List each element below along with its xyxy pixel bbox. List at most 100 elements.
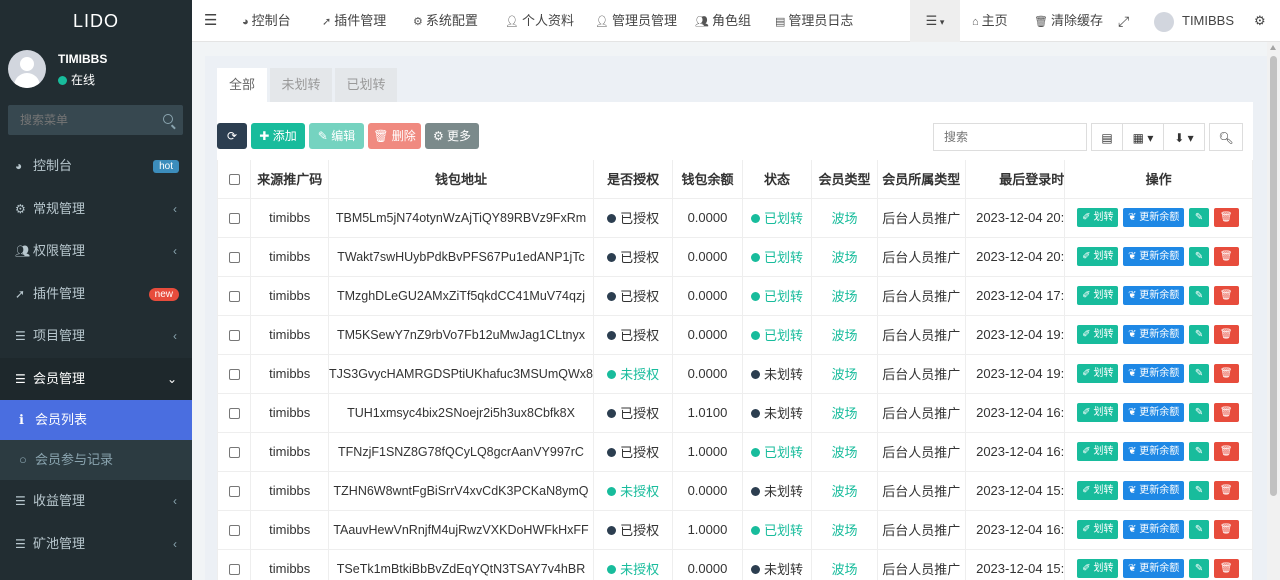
sidebar-item-permission[interactable]: 👥︎权限管理 ‹	[0, 230, 192, 273]
update-balance-button[interactable]: ❦ 更新余额	[1123, 208, 1184, 227]
transfer-button[interactable]: ✐ 划转	[1077, 325, 1118, 344]
table-row[interactable]: timibbsTZHN6W8wntFgBiSrrV4xvCdK3PCKaN8ym…	[218, 471, 1253, 510]
cell-type[interactable]: 波场	[812, 198, 878, 237]
col-header-wallet[interactable]: 钱包地址	[329, 160, 594, 198]
sidebar-item-member-list[interactable]: ℹ会员列表	[0, 400, 192, 440]
update-balance-button[interactable]: ❦ 更新余额	[1123, 364, 1184, 383]
row-edit-button[interactable]: ✎	[1189, 364, 1209, 383]
brand-logo[interactable]: LIDO	[0, 0, 192, 42]
update-balance-button[interactable]: ❦ 更新余额	[1123, 403, 1184, 422]
table-row[interactable]: timibbsTM5KSewY7nZ9rbVo7Fb12uMwJag1CLtny…	[218, 315, 1253, 354]
page-scrollbar[interactable]	[1267, 42, 1280, 580]
nav-dashboard[interactable]: ◕控制台	[242, 0, 291, 42]
table-row[interactable]: timibbsTSeTk1mBtkiBbBvZdEqYQtN3TSAY7v4hB…	[218, 549, 1253, 580]
row-checkbox[interactable]	[218, 276, 251, 315]
row-delete-button[interactable]: 🗑︎	[1214, 481, 1239, 500]
table-row[interactable]: timibbsTWakt7swHUybPdkBvPFS67Pu1edANP1jT…	[218, 237, 1253, 276]
transfer-button[interactable]: ✐ 划转	[1077, 403, 1118, 422]
sidebar-item-projects[interactable]: ☰项目管理 ‹	[0, 315, 192, 358]
col-header-balance[interactable]: 钱包余额	[673, 160, 743, 198]
update-balance-button[interactable]: ❦ 更新余额	[1123, 325, 1184, 344]
nav-user-menu[interactable]: TIMIBBS	[1154, 0, 1234, 42]
nav-admin-log[interactable]: ▤管理员日志	[775, 0, 853, 42]
row-delete-button[interactable]: 🗑︎	[1214, 403, 1239, 422]
transfer-button[interactable]: ✐ 划转	[1077, 481, 1118, 500]
table-row[interactable]: timibbsTBM5Lm5jN74otynWzAjTiQY89RBVz9FxR…	[218, 198, 1253, 237]
transfer-button[interactable]: ✐ 划转	[1077, 208, 1118, 227]
col-header-belong[interactable]: 会员所属类型	[877, 160, 965, 198]
transfer-button[interactable]: ✐ 划转	[1077, 364, 1118, 383]
row-delete-button[interactable]: 🗑︎	[1214, 208, 1239, 227]
cell-type[interactable]: 波场	[812, 510, 878, 549]
cell-type[interactable]: 波场	[812, 237, 878, 276]
transfer-button[interactable]: ✐ 划转	[1077, 442, 1118, 461]
update-balance-button[interactable]: ❦ 更新余额	[1123, 520, 1184, 539]
row-checkbox[interactable]	[218, 354, 251, 393]
export-dropdown-icon[interactable]: ⬇ ▾	[1163, 123, 1205, 151]
col-header-auth[interactable]: 是否授权	[593, 160, 672, 198]
update-balance-button[interactable]: ❦ 更新余额	[1123, 481, 1184, 500]
row-delete-button[interactable]: 🗑︎	[1214, 364, 1239, 383]
update-balance-button[interactable]: ❦ 更新余额	[1123, 286, 1184, 305]
row-edit-button[interactable]: ✎	[1189, 559, 1209, 578]
edit-button[interactable]: ✎ 编辑	[309, 123, 364, 149]
row-delete-button[interactable]: 🗑︎	[1214, 325, 1239, 344]
row-delete-button[interactable]: 🗑︎	[1214, 559, 1239, 578]
fullscreen-icon[interactable]: ⤢	[1118, 0, 1129, 42]
row-checkbox[interactable]	[218, 549, 251, 580]
delete-button[interactable]: 🗑︎ 删除	[368, 123, 421, 149]
transfer-button[interactable]: ✐ 划转	[1077, 559, 1118, 578]
row-edit-button[interactable]: ✎	[1189, 403, 1209, 422]
cell-type[interactable]: 波场	[812, 393, 878, 432]
col-header-type[interactable]: 会员类型	[812, 160, 878, 198]
table-row[interactable]: timibbsTAauvHewVnRnjfM4ujRwzVXKDoHWFkHxF…	[218, 510, 1253, 549]
search-icon[interactable]: 🔍︎	[1209, 123, 1243, 151]
transfer-button[interactable]: ✐ 划转	[1077, 520, 1118, 539]
more-button[interactable]: ⚙ 更多	[425, 123, 479, 149]
row-edit-button[interactable]: ✎	[1189, 247, 1209, 266]
nav-plugins[interactable]: ➚插件管理	[322, 0, 386, 42]
row-edit-button[interactable]: ✎	[1189, 286, 1209, 305]
col-header-status[interactable]: 状态	[742, 160, 812, 198]
table-row[interactable]: timibbsTJS3GvycHAMRGDSPtiUKhafuc3MSUmQWx…	[218, 354, 1253, 393]
row-delete-button[interactable]: 🗑︎	[1214, 520, 1239, 539]
sidebar-item-dashboard[interactable]: ◕控制台 hot	[0, 145, 192, 188]
row-delete-button[interactable]: 🗑︎	[1214, 247, 1239, 266]
row-edit-button[interactable]: ✎	[1189, 325, 1209, 344]
nav-home[interactable]: ⌂主页	[972, 0, 1008, 42]
refresh-button[interactable]: ⟳	[217, 123, 247, 149]
cell-type[interactable]: 波场	[812, 471, 878, 510]
col-header-code[interactable]: 来源推广码	[251, 160, 329, 198]
update-balance-button[interactable]: ❦ 更新余额	[1123, 247, 1184, 266]
cell-type[interactable]: 波场	[812, 354, 878, 393]
transfer-button[interactable]: ✐ 划转	[1077, 286, 1118, 305]
table-search-input[interactable]	[933, 123, 1087, 151]
row-checkbox[interactable]	[218, 393, 251, 432]
cell-type[interactable]: 波场	[812, 315, 878, 354]
tab-all[interactable]: 全部	[217, 68, 267, 102]
row-checkbox[interactable]	[218, 432, 251, 471]
nav-role-group[interactable]: 👥︎角色组	[695, 0, 751, 42]
row-checkbox[interactable]	[218, 315, 251, 354]
columns-dropdown-icon[interactable]: ▦ ▾	[1122, 123, 1164, 151]
row-checkbox[interactable]	[218, 198, 251, 237]
cell-type[interactable]: 波场	[812, 549, 878, 580]
sidebar-search-input[interactable]	[8, 105, 153, 135]
update-balance-button[interactable]: ❦ 更新余额	[1123, 559, 1184, 578]
table-row[interactable]: timibbsTFNzjF1SNZ8G78fQCyLQ8gcrAanVY997r…	[218, 432, 1253, 471]
nav-system-config[interactable]: ⚙系统配置	[413, 0, 478, 42]
settings-gear-icon[interactable]: ⚙	[1254, 0, 1266, 42]
nav-profile[interactable]: 👤︎个人资料	[505, 0, 574, 42]
search-icon[interactable]	[163, 114, 173, 124]
add-button[interactable]: ✚ 添加	[251, 123, 305, 149]
row-edit-button[interactable]: ✎	[1189, 520, 1209, 539]
sidebar-toggle-icon[interactable]: ☰	[204, 0, 217, 42]
row-delete-button[interactable]: 🗑︎	[1214, 286, 1239, 305]
row-edit-button[interactable]: ✎	[1189, 208, 1209, 227]
update-balance-button[interactable]: ❦ 更新余额	[1123, 442, 1184, 461]
row-checkbox[interactable]	[218, 237, 251, 276]
table-row[interactable]: timibbsTUH1xmsyc4bix2SNoejr2i5h3ux8Cbfk8…	[218, 393, 1253, 432]
sidebar-item-member-records[interactable]: ○会员参与记录	[0, 440, 192, 480]
row-delete-button[interactable]: 🗑︎	[1214, 442, 1239, 461]
nav-clear-cache[interactable]: 🗑︎清除缓存	[1034, 0, 1103, 42]
